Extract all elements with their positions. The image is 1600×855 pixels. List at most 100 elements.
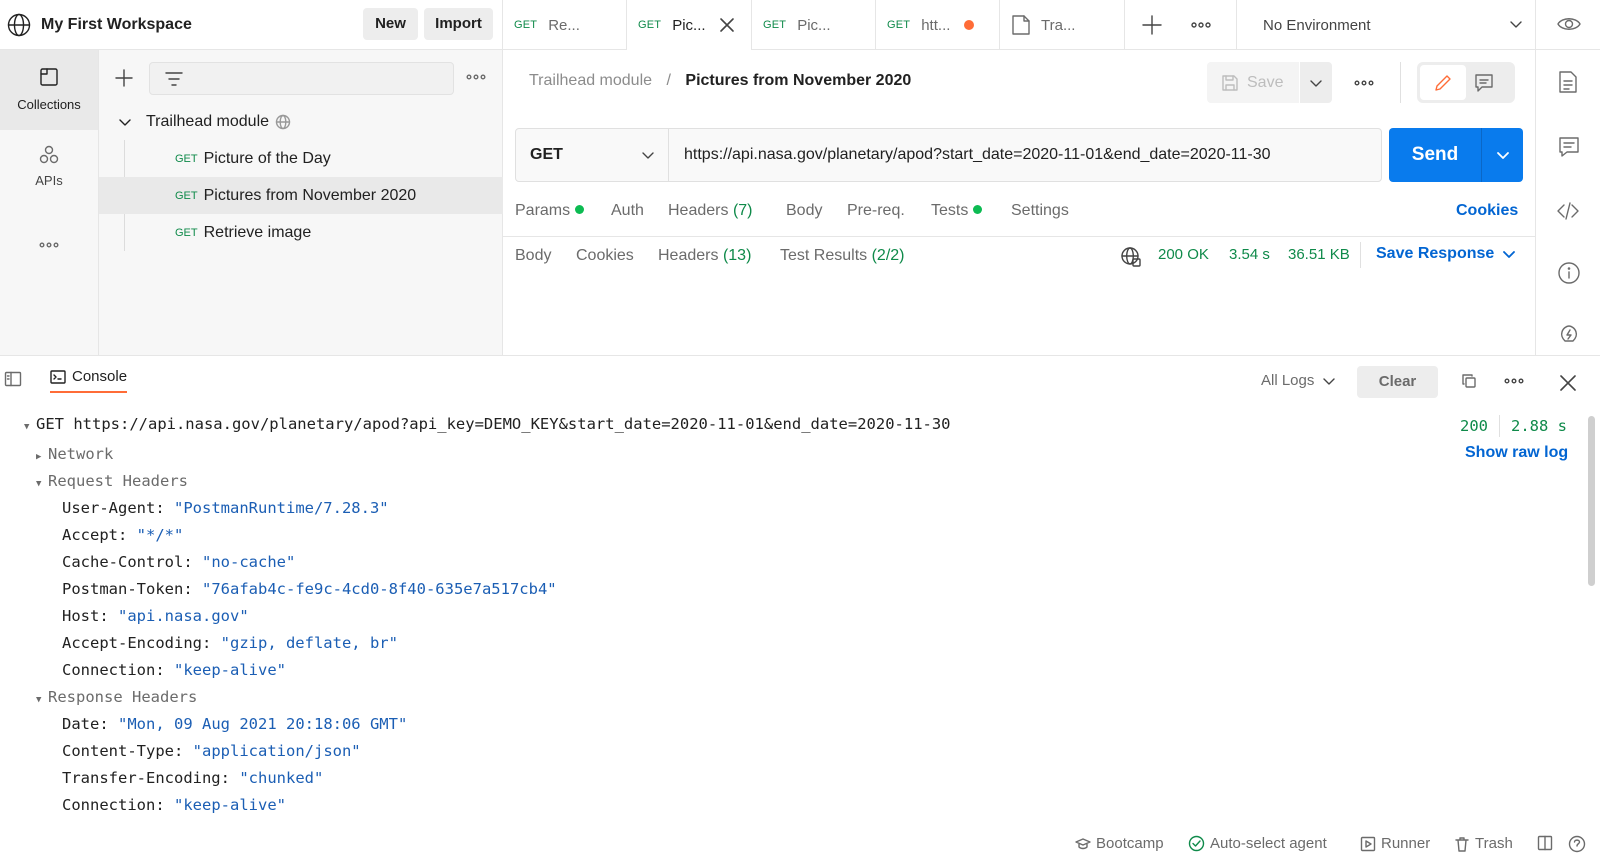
cookies-link[interactable]: Cookies (1456, 202, 1518, 220)
tab-prereq[interactable]: Pre-req. (847, 202, 905, 220)
runner-button[interactable]: Runner (1360, 835, 1430, 852)
tab-count: (7) (732, 202, 753, 219)
request-tab[interactable]: GET Pic... (752, 0, 876, 50)
header-value: "no-cache" (202, 553, 296, 571)
add-collection-icon[interactable] (114, 68, 134, 88)
send-button[interactable]: Send (1389, 128, 1481, 182)
header-value: "gzip, deflate, br" (220, 634, 398, 652)
filter-input[interactable] (149, 62, 454, 95)
collection-row[interactable]: Trailhead module (99, 103, 503, 140)
more-icon[interactable] (1503, 376, 1525, 386)
bootcamp-button[interactable]: Bootcamp (1075, 835, 1164, 852)
response-status[interactable]: 200 OK (1158, 246, 1209, 263)
more-icon[interactable] (1353, 78, 1375, 88)
trash-button[interactable]: Trash (1454, 835, 1513, 852)
log-level-select[interactable]: All Logs (1261, 372, 1336, 389)
console-scrollbar[interactable] (1588, 416, 1595, 586)
save-response-button[interactable]: Save Response (1376, 245, 1516, 263)
header-value: "keep-alive" (174, 661, 286, 679)
tab-params[interactable]: Params (515, 202, 585, 220)
close-icon[interactable] (1559, 374, 1577, 392)
sidebar-toggle-icon[interactable] (4, 371, 22, 387)
rail-more[interactable] (0, 238, 98, 258)
help-icon[interactable] (1568, 835, 1591, 853)
divider (503, 236, 1535, 237)
globe-icon (6, 12, 32, 38)
request-tab[interactable]: GET htt... (876, 0, 1000, 50)
bootcamp-label: Bootcamp (1096, 835, 1164, 852)
more-tabs-icon[interactable] (1189, 13, 1213, 37)
save-button[interactable]: Save (1207, 62, 1299, 103)
response-tab-test-results[interactable]: Test Results (2/2) (780, 247, 905, 265)
sidebar-item-request-selected[interactable]: GET Pictures from November 2020 (99, 177, 503, 214)
log-section-response-headers[interactable]: ▼ Response Headers (36, 688, 197, 706)
copy-icon[interactable] (1461, 373, 1477, 389)
status-dot (973, 205, 983, 214)
tab-headers[interactable]: Headers (7) (668, 202, 753, 220)
tab-body[interactable]: Body (786, 202, 822, 220)
comments-icon[interactable] (1558, 136, 1580, 158)
close-icon[interactable] (718, 16, 736, 34)
method-select[interactable]: GET (516, 129, 669, 181)
save-options-button[interactable] (1300, 62, 1332, 103)
console-tab[interactable]: Console (50, 368, 128, 393)
breadcrumb-current[interactable]: Pictures from November 2020 (685, 72, 911, 89)
show-raw-log-link[interactable]: Show raw log (1465, 444, 1568, 462)
breadcrumb-parent[interactable]: Trailhead module (529, 72, 652, 89)
header-key: Cache-Control: (62, 553, 193, 571)
chevron-down-icon[interactable] (118, 115, 132, 129)
request-name: Picture of the Day (203, 149, 331, 167)
more-icon (38, 240, 60, 250)
add-tab-icon[interactable] (1140, 13, 1164, 37)
url-input[interactable]: https://api.nasa.gov/planetary/apod?star… (684, 129, 1271, 181)
header-row: Cache-Control: "no-cache" (62, 553, 295, 571)
expand-triangle-icon: ▼ (36, 479, 42, 489)
response-time[interactable]: 3.54 s (1229, 246, 1270, 263)
tab-title: Pic... (797, 16, 831, 34)
tab-tests[interactable]: Tests (931, 202, 983, 220)
environment-quick-look[interactable] (1535, 0, 1600, 50)
sidebar-item-request[interactable]: GET Picture of the Day (99, 140, 503, 177)
section-label: Response Headers (48, 688, 198, 706)
request-panel: Trailhead module / Pictures from Novembe… (503, 50, 1535, 355)
divider (1481, 128, 1482, 182)
response-tab-headers[interactable]: Headers (13) (658, 247, 751, 265)
network-globe-icon[interactable] (1120, 246, 1142, 268)
tab-settings[interactable]: Settings (1011, 202, 1069, 220)
log-section-request-headers[interactable]: ▼ Request Headers (36, 472, 188, 490)
environment-selector[interactable]: No Environment (1236, 0, 1534, 50)
response-tab-cookies[interactable]: Cookies (576, 247, 634, 265)
tab-auth[interactable]: Auth (611, 202, 644, 220)
request-tab[interactable]: GET Re... (503, 0, 627, 50)
lightbulb-icon[interactable] (1558, 324, 1580, 348)
rail-item-apis[interactable]: APIs (0, 144, 98, 204)
chevron-down-icon[interactable] (1496, 148, 1510, 162)
workspace-title[interactable]: My First Workspace (41, 16, 192, 34)
response-tab-body[interactable]: Body (515, 247, 551, 265)
documentation-icon[interactable] (1558, 70, 1578, 94)
layout-toggle-icon[interactable] (1537, 835, 1558, 851)
sidebar-item-request[interactable]: GET Retrieve image (99, 214, 503, 251)
request-tab-active[interactable]: GET Pic... (627, 0, 752, 50)
log-entry-request[interactable]: ▼ GET https://api.nasa.gov/planetary/apod… (24, 415, 951, 433)
log-section-network[interactable]: ▶ Network (36, 445, 113, 463)
response-size[interactable]: 36.51 KB (1288, 246, 1350, 263)
header-row: Transfer-Encoding: "chunked" (62, 769, 323, 787)
runner-label: Runner (1381, 835, 1431, 852)
rail-item-collections[interactable]: Collections (0, 50, 98, 130)
more-icon[interactable] (465, 72, 487, 82)
clear-button[interactable]: Clear (1357, 366, 1438, 398)
comments-mode-icon[interactable] (1474, 73, 1494, 93)
expand-triangle-icon[interactable]: ▼ (24, 422, 36, 432)
log-request-line: GET https://api.nasa.gov/planetary/apod?… (36, 415, 951, 433)
request-name: Retrieve image (203, 223, 312, 241)
collection-tab[interactable]: Tra... (1000, 0, 1125, 50)
import-button[interactable]: Import (424, 8, 493, 40)
info-icon[interactable] (1557, 261, 1581, 285)
expand-triangle-icon: ▼ (36, 695, 42, 705)
code-icon[interactable] (1556, 200, 1580, 222)
edit-mode-button[interactable] (1420, 65, 1466, 100)
new-button[interactable]: New (363, 8, 418, 40)
agent-select-button[interactable]: Auto-select agent (1188, 835, 1327, 852)
divider (1360, 242, 1361, 268)
